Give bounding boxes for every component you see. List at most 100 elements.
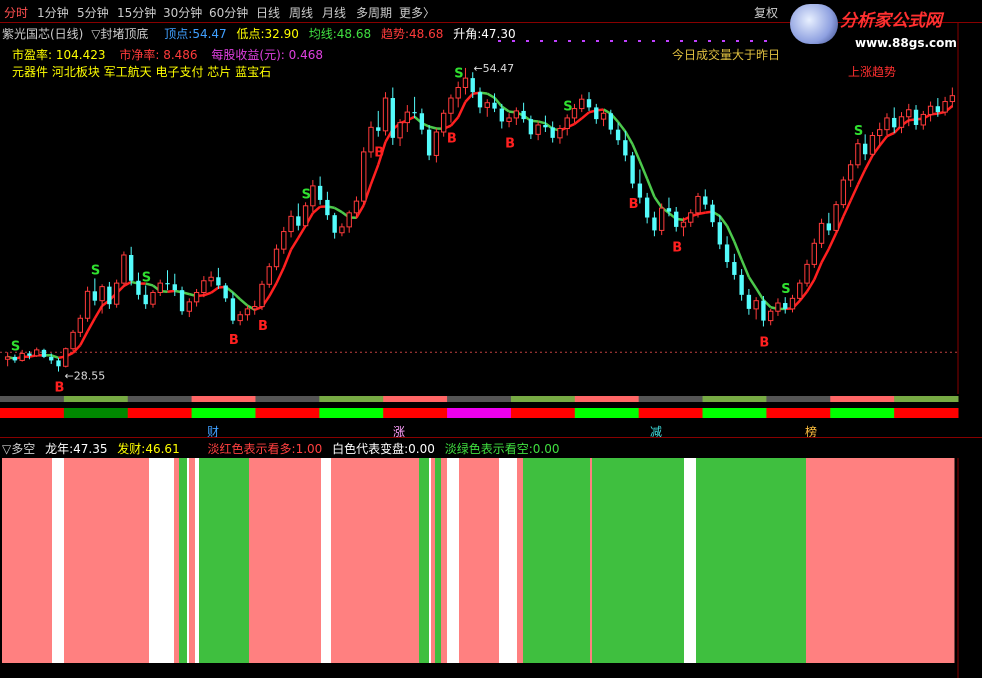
candle-body-up bbox=[768, 310, 774, 322]
candle bbox=[869, 132, 876, 157]
candle bbox=[34, 347, 40, 357]
band-segment bbox=[499, 458, 518, 663]
sell-signal: S bbox=[854, 124, 863, 139]
candle-body-down bbox=[637, 183, 643, 198]
period-tab-15min[interactable]: 15分钟 bbox=[117, 4, 156, 21]
candle-body-up bbox=[840, 179, 847, 206]
strip-top-segment bbox=[702, 396, 767, 402]
band-segment bbox=[435, 458, 442, 663]
candle-body-up bbox=[346, 212, 352, 228]
candle bbox=[746, 288, 752, 315]
candle-body-down bbox=[732, 262, 737, 275]
candle-body-up bbox=[201, 280, 207, 293]
band-segment bbox=[249, 458, 322, 663]
candle bbox=[535, 121, 541, 141]
strip-bottom-segment bbox=[191, 408, 256, 418]
candle-body-down bbox=[27, 353, 32, 356]
candle-body-up bbox=[404, 111, 411, 124]
trend-segment bbox=[312, 205, 321, 215]
buy-signal: B bbox=[759, 335, 769, 350]
candle-body-down bbox=[521, 110, 526, 120]
strip-bottom-segment bbox=[766, 408, 831, 418]
candle-body-up bbox=[579, 98, 585, 110]
period-tab-intraday[interactable]: 分时 bbox=[4, 4, 28, 21]
candle bbox=[376, 110, 381, 137]
band-segment bbox=[447, 458, 460, 663]
trend-segment bbox=[457, 101, 467, 118]
candle bbox=[143, 285, 148, 309]
period-tab-1min[interactable]: 1分钟 bbox=[37, 4, 69, 21]
band-segment bbox=[174, 458, 180, 663]
buy-signal: B bbox=[374, 146, 384, 161]
candle bbox=[19, 349, 25, 362]
trend-segment bbox=[464, 92, 474, 103]
candle-body-down bbox=[165, 283, 170, 285]
period-tab-more[interactable]: 更多〉 bbox=[399, 4, 435, 21]
candle-body-down bbox=[12, 356, 18, 361]
candle-body-down bbox=[470, 78, 475, 93]
lower-indicator-name[interactable]: ▽多空 bbox=[2, 442, 35, 456]
trend-segment bbox=[580, 111, 590, 120]
candle bbox=[753, 297, 759, 320]
period-tab-multi[interactable]: 多周期 bbox=[356, 4, 392, 21]
trend-segment bbox=[856, 168, 867, 186]
candle-body-up bbox=[34, 349, 40, 357]
period-tab-5min[interactable]: 5分钟 bbox=[77, 4, 109, 21]
candle-body-down bbox=[623, 140, 628, 156]
candle bbox=[397, 119, 403, 147]
candle-body-up bbox=[266, 266, 272, 285]
candle bbox=[571, 103, 578, 123]
candle-body-down bbox=[710, 204, 715, 223]
candle-body-down bbox=[390, 98, 395, 138]
trend-segment bbox=[820, 248, 830, 264]
candle-body-up bbox=[775, 302, 781, 312]
candle-body-down bbox=[499, 108, 504, 122]
trend-segment bbox=[239, 298, 249, 307]
trend-segment bbox=[827, 232, 838, 250]
candle-body-up bbox=[440, 112, 447, 133]
sell-signal: S bbox=[454, 67, 463, 82]
band-segment bbox=[684, 458, 697, 663]
band-segment bbox=[523, 458, 591, 663]
candlestick-chart[interactable]: B B B B B B B B B S S S S S S S S ←54.47 ←28.55 bbox=[0, 22, 982, 394]
candle bbox=[216, 267, 221, 289]
candle-body-up bbox=[77, 317, 83, 333]
candle bbox=[513, 107, 520, 125]
trend-segment bbox=[167, 289, 175, 294]
candle-body-up bbox=[753, 300, 759, 310]
candle-body-down bbox=[136, 280, 141, 295]
period-tab-60min[interactable]: 60分钟 bbox=[209, 4, 248, 21]
strip-top-segment bbox=[510, 396, 576, 402]
candle bbox=[302, 202, 309, 227]
candle-body-down bbox=[586, 99, 592, 108]
candle-body-down bbox=[594, 107, 599, 120]
candle bbox=[259, 280, 265, 311]
candle bbox=[783, 297, 788, 314]
trend-segment bbox=[725, 225, 736, 243]
candle-body-up bbox=[658, 207, 665, 231]
band-segment bbox=[441, 458, 448, 663]
period-tab-30min[interactable]: 30分钟 bbox=[163, 4, 202, 21]
trend-segment bbox=[79, 330, 89, 346]
candle-body-up bbox=[804, 263, 810, 284]
candle bbox=[448, 94, 454, 123]
strip-bottom-segment bbox=[510, 408, 576, 418]
strip-bottom-segment bbox=[63, 408, 129, 418]
trend-segment bbox=[653, 196, 663, 209]
candle-body-up bbox=[462, 77, 469, 88]
sell-signal: S bbox=[11, 340, 20, 355]
restore-button[interactable]: 复权 bbox=[754, 4, 778, 21]
candle-body-up bbox=[157, 282, 163, 293]
candle-body-down bbox=[477, 92, 483, 108]
period-tab-monthly[interactable]: 月线 bbox=[322, 4, 346, 21]
signal-strip bbox=[0, 396, 959, 418]
candle bbox=[630, 151, 635, 189]
period-tab-daily[interactable]: 日线 bbox=[256, 4, 280, 21]
strip-bottom-segment bbox=[638, 408, 704, 418]
candle bbox=[281, 226, 287, 254]
buy-signal: B bbox=[447, 132, 457, 147]
candle-body-up bbox=[382, 97, 389, 132]
band-segment bbox=[419, 458, 430, 663]
candle bbox=[768, 308, 774, 326]
period-tab-weekly[interactable]: 周线 bbox=[289, 4, 313, 21]
